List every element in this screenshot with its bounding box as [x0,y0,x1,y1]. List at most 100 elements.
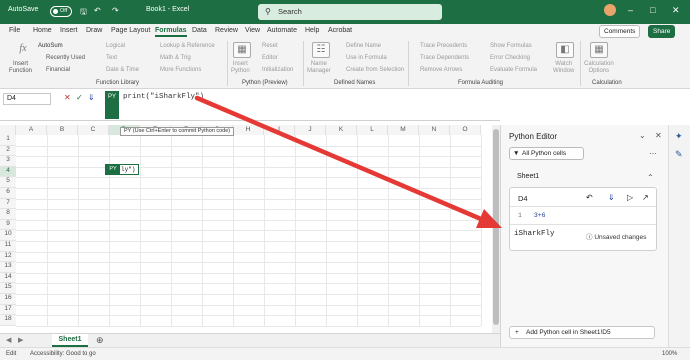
add-python-cell-button[interactable]: + Add Python cell in Sheet1!D5 [509,326,655,339]
comments-button[interactable]: Comments [599,25,641,38]
define-name-button[interactable]: Define Name [346,43,381,49]
column-header[interactable]: C [78,125,109,135]
select-all-corner[interactable] [0,125,16,135]
add-sheet-icon[interactable]: ⊕ [96,335,104,346]
python-cells-filter[interactable]: ▼ All Python cells [509,147,584,160]
collapse-icon[interactable]: ⌃ [647,173,654,182]
column-header[interactable]: A [16,125,47,135]
math-trig-button[interactable]: Math & Trig [160,55,191,61]
row-header[interactable]: 3 [0,156,16,167]
row-header[interactable]: 16 [0,294,16,305]
error-checking-button[interactable]: Error Checking [490,55,530,61]
minimize-icon[interactable]: – [628,5,633,15]
row-header[interactable]: 2 [0,145,16,157]
close-icon[interactable]: ✕ [672,5,680,16]
column-header[interactable]: M [388,125,419,135]
run-icon[interactable]: ▷ [627,193,633,202]
column-header[interactable]: K [326,125,357,135]
row-header[interactable]: 8 [0,209,16,220]
insert-python-button[interactable]: Insert Python [231,61,250,75]
menu-data[interactable]: Data [192,27,207,34]
avatar[interactable] [604,4,616,16]
name-manager-button[interactable]: Name Manager [307,61,331,75]
menu-view[interactable]: View [245,27,260,34]
menu-help[interactable]: Help [305,27,319,34]
row-header[interactable]: 15 [0,283,16,294]
row-header[interactable]: 17 [0,304,16,316]
initialization-button[interactable]: Initialization [262,67,293,73]
expand-icon[interactable]: ↗ [642,193,649,202]
autosave-toggle[interactable]: Off [50,6,72,17]
pane-options-icon[interactable]: ⌄ [639,131,646,140]
menu-automate[interactable]: Automate [267,27,297,34]
cancel-icon[interactable]: ✕ [64,93,71,102]
calculation-options-button[interactable]: Calculation Options [584,61,614,75]
row-header[interactable]: 4 [0,166,16,178]
menu-draw[interactable]: Draw [86,27,102,34]
row-header[interactable]: 12 [0,251,16,263]
pane-close-icon[interactable]: ✕ [655,131,662,140]
save-icon[interactable]: 🖫 [80,6,87,20]
row-header[interactable]: 6 [0,188,16,199]
row-header[interactable]: 5 [0,177,16,188]
zoom-level[interactable]: 100% [662,351,677,357]
menu-page-layout[interactable]: Page Layout [111,27,150,34]
trace-precedents-button[interactable]: Trace Precedents [420,43,467,49]
more-options-icon[interactable]: ⋯ [649,149,657,158]
logical-button[interactable]: Logical [106,43,125,49]
prev-sheet-icon[interactable]: ◀ [6,336,11,344]
enter-icon[interactable]: ✓ [76,93,83,102]
vertical-scrollbar[interactable] [492,125,500,333]
insert-function-button[interactable]: Insert Function [9,61,32,75]
menu-file[interactable]: File [9,27,20,34]
row-header[interactable]: 11 [0,241,16,252]
column-header[interactable]: B [47,125,78,135]
use-in-formula-button[interactable]: Use in Formula [346,55,387,61]
column-header[interactable]: J [295,125,326,135]
more-functions-button[interactable]: More Functions [160,67,201,73]
text-button[interactable]: Text [106,55,117,61]
menu-home[interactable]: Home [33,27,52,34]
row-header[interactable]: 1 [0,135,16,146]
output-type-icon[interactable]: ⇓ [608,193,615,202]
recently-used-button[interactable]: Recently Used [46,55,85,61]
row-header[interactable]: 9 [0,219,16,231]
undo-icon[interactable]: ↶ [94,6,101,15]
sheet-tab[interactable]: Sheet1 [52,334,88,347]
menu-formulas[interactable]: Formulas [155,27,187,37]
maximize-icon[interactable]: □ [650,5,655,15]
name-box[interactable]: D4 [3,93,51,105]
menu-insert[interactable]: Insert [60,27,78,34]
evaluate-formula-button[interactable]: Evaluate Formula [490,67,537,73]
code-line[interactable]: 1 3+6 [518,212,546,219]
menu-acrobat[interactable]: Acrobat [328,27,352,34]
row-header[interactable]: 18 [0,315,16,326]
financial-button[interactable]: Financial [46,67,70,73]
accessibility-status[interactable]: Accessibility: Good to go [30,351,96,357]
active-cell-d4[interactable]: PY ly") [105,164,139,175]
column-header[interactable]: I [264,125,295,135]
autosum-button[interactable]: AutoSum [38,43,63,49]
date-time-button[interactable]: Date & Time [106,67,139,73]
python-output-icon[interactable]: ⇓ [88,93,95,102]
lookup-reference-button[interactable]: Lookup & Reference [160,43,215,49]
reset-button[interactable]: Reset [262,43,278,49]
spreadsheet-grid[interactable]: ABCDEFGHIJKLMNO1234567891011121314151617… [0,125,492,333]
share-button[interactable]: Share [648,25,676,38]
row-header[interactable]: 13 [0,262,16,273]
copilot-icon[interactable]: ✦ [675,131,683,142]
undo-icon[interactable]: ↶ [586,193,593,202]
column-header[interactable]: H [233,125,264,135]
next-sheet-icon[interactable]: ▶ [18,336,23,344]
row-header[interactable]: 10 [0,230,16,241]
remove-arrows-button[interactable]: Remove Arrows [420,67,462,73]
scrollbar-thumb[interactable] [493,129,499,325]
create-from-selection-button[interactable]: Create from Selection [346,67,404,73]
row-header[interactable]: 14 [0,272,16,284]
search-box[interactable]: ⚲ Search [258,4,442,20]
python-editor-icon[interactable]: ✎ [675,149,683,160]
column-header[interactable]: O [450,125,481,135]
column-header[interactable]: L [357,125,388,135]
editor-button[interactable]: Editor [262,55,278,61]
formula-input[interactable]: print("iSharkFly") [123,93,204,101]
